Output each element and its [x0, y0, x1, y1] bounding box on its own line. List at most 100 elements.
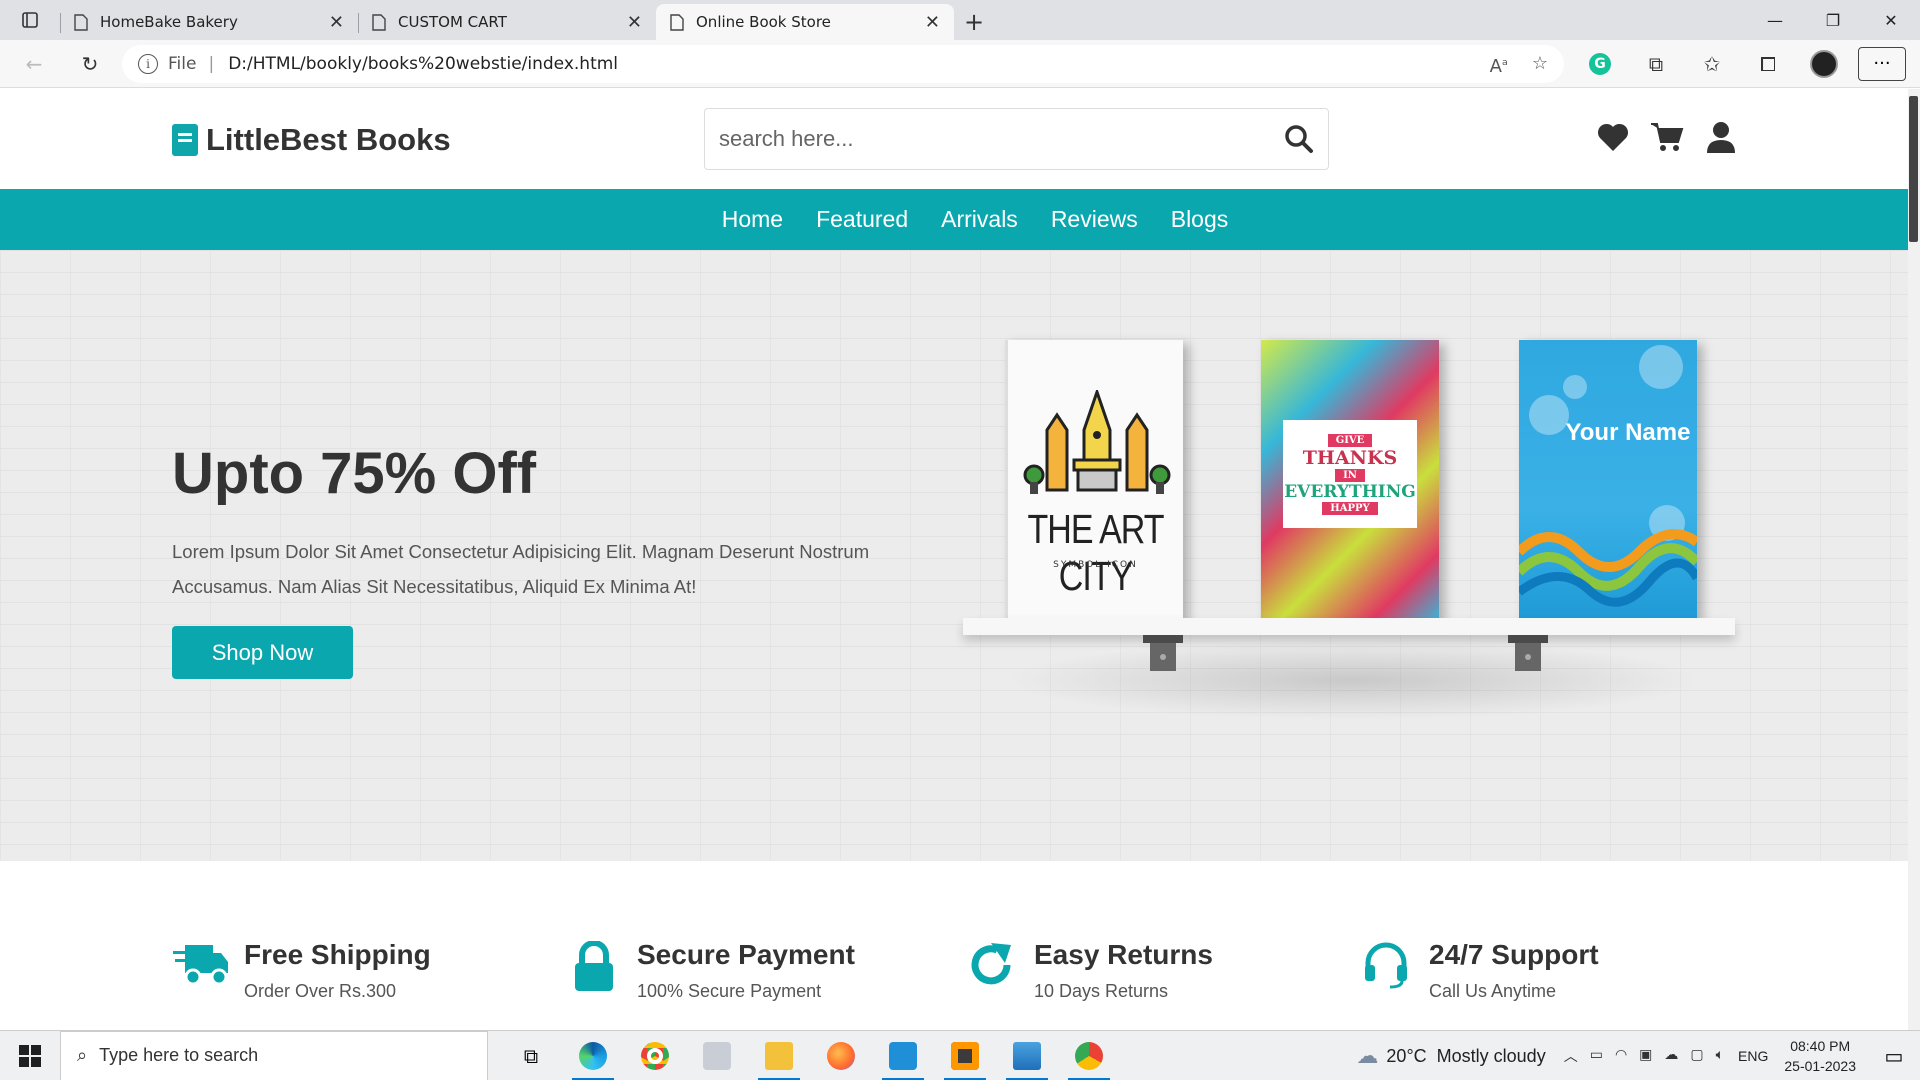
- edge-app-button[interactable]: [562, 1031, 624, 1080]
- nav-link-home[interactable]: Home: [722, 206, 783, 233]
- photos-app-button[interactable]: [996, 1031, 1058, 1080]
- book-cover-art-city[interactable]: THE ART CITY SYMBOL ICON: [1005, 340, 1183, 622]
- close-tab-icon[interactable]: ✕: [925, 12, 940, 33]
- wishlist-button[interactable]: [1596, 119, 1630, 155]
- app-icon: [703, 1041, 731, 1070]
- window-controls: — ❐ ✕: [1746, 0, 1920, 40]
- folder-icon: [765, 1041, 793, 1070]
- onedrive-icon[interactable]: ☁: [1664, 1046, 1678, 1066]
- toolbar-icons: G ⧉ ✩ ⧠ ···: [1572, 46, 1906, 81]
- favorites-button[interactable]: ✩: [1684, 52, 1740, 76]
- vscode-icon: [889, 1041, 917, 1070]
- search-icon[interactable]: [1284, 124, 1314, 154]
- features-section: Free Shipping Order Over Rs.300 Secure P…: [0, 861, 1908, 1030]
- app-button[interactable]: [686, 1031, 748, 1080]
- battery-icon[interactable]: ▭: [1590, 1046, 1603, 1066]
- feature-icon-wrap: [962, 941, 1020, 999]
- book-label: GIVE THANKS IN EVERYTHING HAPPY: [1283, 420, 1417, 528]
- nav-link-featured[interactable]: Featured: [816, 206, 908, 233]
- taskbar-search[interactable]: ⌕ Type here to search: [60, 1030, 488, 1080]
- pen-pencils-icon: [1023, 390, 1171, 494]
- page-icon: [372, 13, 386, 31]
- windows-taskbar: ⌕ Type here to search ⧉ ☁ 20°C Mostly cl…: [0, 1030, 1920, 1080]
- volume-icon[interactable]: 🔈︎: [1716, 1046, 1724, 1066]
- cart-button[interactable]: [1650, 119, 1684, 155]
- shop-now-button[interactable]: Shop Now: [172, 626, 353, 679]
- browser-tab-active[interactable]: Online Book Store ✕: [656, 4, 954, 40]
- back-button[interactable]: ←: [12, 44, 56, 84]
- scrollbar-thumb[interactable]: [1909, 96, 1918, 242]
- profile-button[interactable]: [1796, 49, 1852, 78]
- search-box: [704, 108, 1329, 170]
- clock[interactable]: 08:40 PM 25-01-2023: [1784, 1036, 1856, 1076]
- heart-icon: [1597, 123, 1629, 151]
- firefox-app-button[interactable]: [810, 1031, 872, 1080]
- scheme-label: File: [168, 53, 197, 74]
- vscode-app-button[interactable]: [872, 1031, 934, 1080]
- tab-actions-button[interactable]: [0, 0, 60, 40]
- task-view-button[interactable]: ⧉: [500, 1031, 562, 1080]
- clock-time: 08:40 PM: [1790, 1038, 1851, 1054]
- tab-separator: [60, 13, 61, 33]
- close-tab-icon[interactable]: ✕: [329, 12, 344, 33]
- book-cover-give-thanks[interactable]: GIVE THANKS IN EVERYTHING HAPPY: [1261, 340, 1439, 622]
- firefox-icon: [827, 1041, 855, 1070]
- nav-link-arrivals[interactable]: Arrivals: [941, 206, 1018, 233]
- extensions-button[interactable]: ⧉: [1628, 52, 1684, 76]
- feature-support: 24/7 Support Call Us Anytime: [1357, 939, 1599, 1002]
- wave-graphic: [1519, 529, 1697, 607]
- account-button[interactable]: [1704, 119, 1738, 155]
- weather-widget[interactable]: ☁ 20°C Mostly cloudy: [1356, 1043, 1545, 1069]
- chevron-up-icon[interactable]: ︿: [1564, 1046, 1578, 1066]
- minimize-button[interactable]: —: [1746, 0, 1804, 40]
- language-indicator[interactable]: ENG: [1738, 1048, 1768, 1064]
- site-logo[interactable]: LittleBest Books: [172, 122, 451, 158]
- chrome-profile-app-button[interactable]: [1058, 1031, 1120, 1080]
- browser-tab[interactable]: HomeBake Bakery ✕: [60, 4, 358, 40]
- divider: |: [208, 53, 215, 74]
- clock-date: 25-01-2023: [1784, 1058, 1856, 1074]
- book-text: HAPPY: [1322, 501, 1378, 515]
- tab-title: HomeBake Bakery: [100, 13, 238, 31]
- more-icon: ···: [1873, 53, 1891, 74]
- wifi-icon[interactable]: ◠: [1615, 1046, 1627, 1066]
- notifications-button[interactable]: ▭: [1874, 1044, 1914, 1069]
- search-input[interactable]: [719, 126, 1284, 152]
- display-icon[interactable]: ▢: [1690, 1046, 1703, 1066]
- refresh-button[interactable]: ↻: [68, 44, 112, 84]
- chrome-icon: [641, 1041, 669, 1070]
- close-window-button[interactable]: ✕: [1862, 0, 1920, 40]
- url-text[interactable]: D:/HTML/bookly/books%20webstie/index.htm…: [228, 54, 1465, 74]
- settings-more-button[interactable]: ···: [1858, 46, 1906, 81]
- nav-link-blogs[interactable]: Blogs: [1171, 206, 1229, 233]
- sublime-app-button[interactable]: [934, 1031, 996, 1080]
- device-icon[interactable]: ▣: [1639, 1046, 1652, 1066]
- nav-link-reviews[interactable]: Reviews: [1051, 206, 1138, 233]
- chrome-icon: [1075, 1041, 1103, 1070]
- new-tab-button[interactable]: +: [954, 4, 994, 40]
- book-cover-your-name[interactable]: Your Name: [1519, 340, 1697, 622]
- feature-icon-wrap: [1357, 941, 1415, 999]
- avatar: [1810, 49, 1838, 78]
- read-aloud-icon[interactable]: Aₐ: [1490, 51, 1508, 77]
- user-icon: [1707, 122, 1735, 153]
- close-tab-icon[interactable]: ✕: [627, 12, 642, 33]
- address-bar[interactable]: i File | D:/HTML/bookly/books%20webstie/…: [122, 44, 1564, 83]
- browser-tab[interactable]: CUSTOM CART ✕: [358, 4, 656, 40]
- feature-subtitle: 10 Days Returns: [1034, 981, 1169, 1001]
- cart-icon: [1651, 123, 1684, 151]
- notification-icon: ▭: [1884, 1045, 1904, 1068]
- tab-title: Online Book Store: [696, 13, 831, 31]
- add-favorite-icon[interactable]: ☆: [1532, 53, 1548, 74]
- feature-title: Free Shipping: [244, 939, 431, 970]
- info-icon[interactable]: i: [138, 53, 158, 74]
- chrome-app-button[interactable]: [624, 1031, 686, 1080]
- shelf-shadow: [1003, 640, 1703, 720]
- collections-icon: ⧠: [1760, 51, 1776, 76]
- collections-button[interactable]: ⧠: [1740, 52, 1796, 76]
- grammarly-extension-button[interactable]: G: [1572, 52, 1628, 75]
- restore-button[interactable]: ❐: [1804, 0, 1862, 40]
- start-button[interactable]: [0, 1031, 60, 1080]
- bubble-shape: [1563, 375, 1587, 399]
- file-explorer-button[interactable]: [748, 1031, 810, 1080]
